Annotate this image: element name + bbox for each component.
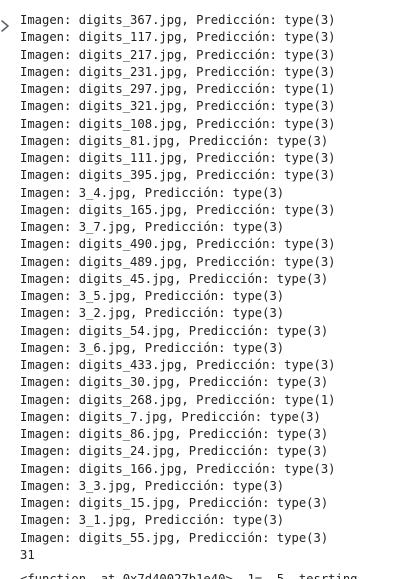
output-line: Imagen: digits_166.jpg, Predicción: type…	[20, 461, 336, 476]
cell-output-text: Imagen: digits_367.jpg, Predicción: type…	[20, 12, 336, 564]
output-line: Imagen: digits_321.jpg, Predicción: type…	[20, 99, 336, 114]
output-line: Imagen: 3_5.jpg, Predicción: type(3)	[20, 289, 285, 303]
output-line: Imagen: digits_24.jpg, Predicción: type(…	[20, 444, 329, 459]
output-line: Imagen: digits_367.jpg, Predicción: type…	[20, 13, 336, 27]
output-line: Imagen: digits_490.jpg, Predicción: type…	[20, 237, 336, 252]
truncated-output-line: <function at 0x7d40027b1e40> 1= 5 tesrti…	[20, 572, 358, 579]
output-line: Imagen: digits_86.jpg, Predicción: type(…	[20, 427, 329, 441]
output-line: Imagen: digits_268.jpg, Predicción: type…	[20, 392, 336, 407]
output-line: Imagen: digits_433.jpg, Predicción: type…	[20, 358, 336, 372]
output-line: Imagen: digits_7.jpg, Predicción: type(3…	[20, 409, 321, 424]
output-options-icon[interactable]	[0, 19, 10, 33]
output-line: Imagen: digits_165.jpg, Predicción: type…	[20, 202, 336, 217]
output-line: Imagen: digits_111.jpg, Predicción: type…	[20, 151, 336, 165]
output-line: Imagen: 3_7.jpg, Predicción: type(3)	[20, 220, 285, 234]
output-line: Imagen: digits_217.jpg, Predicción: type…	[20, 47, 336, 62]
output-line: Imagen: 3_2.jpg, Predicción: type(3)	[20, 306, 285, 321]
notebook-output-cell: Imagen: digits_367.jpg, Predicción: type…	[0, 0, 402, 579]
output-line: Imagen: digits_54.jpg, Predicción: type(…	[20, 323, 329, 338]
output-count: 31	[20, 547, 35, 562]
output-line: Imagen: digits_117.jpg, Predicción: type…	[20, 30, 336, 45]
output-line: Imagen: 3_6.jpg, Predicción: type(3)	[20, 340, 285, 355]
output-line: Imagen: 3_1.jpg, Predicción: type(3)	[20, 513, 285, 528]
output-line: Imagen: digits_108.jpg, Predicción: type…	[20, 116, 336, 131]
output-line: Imagen: digits_489.jpg, Predicción: type…	[20, 254, 336, 269]
output-line: Imagen: digits_231.jpg, Predicción: type…	[20, 64, 336, 79]
output-line: Imagen: digits_55.jpg, Predicción: type(…	[20, 530, 329, 545]
output-line: Imagen: 3_4.jpg, Predicción: type(3)	[20, 185, 285, 200]
output-line: Imagen: digits_45.jpg, Predicción: type(…	[20, 271, 329, 286]
output-line: Imagen: digits_15.jpg, Predicción: type(…	[20, 496, 329, 510]
output-line: Imagen: digits_81.jpg, Predicción: type(…	[20, 133, 329, 148]
output-line: Imagen: 3_3.jpg, Predicción: type(3)	[20, 478, 285, 493]
output-line: Imagen: digits_395.jpg, Predicción: type…	[20, 168, 336, 183]
output-line: Imagen: digits_297.jpg, Predicción: type…	[20, 82, 336, 96]
output-line: Imagen: digits_30.jpg, Predicción: type(…	[20, 375, 329, 390]
